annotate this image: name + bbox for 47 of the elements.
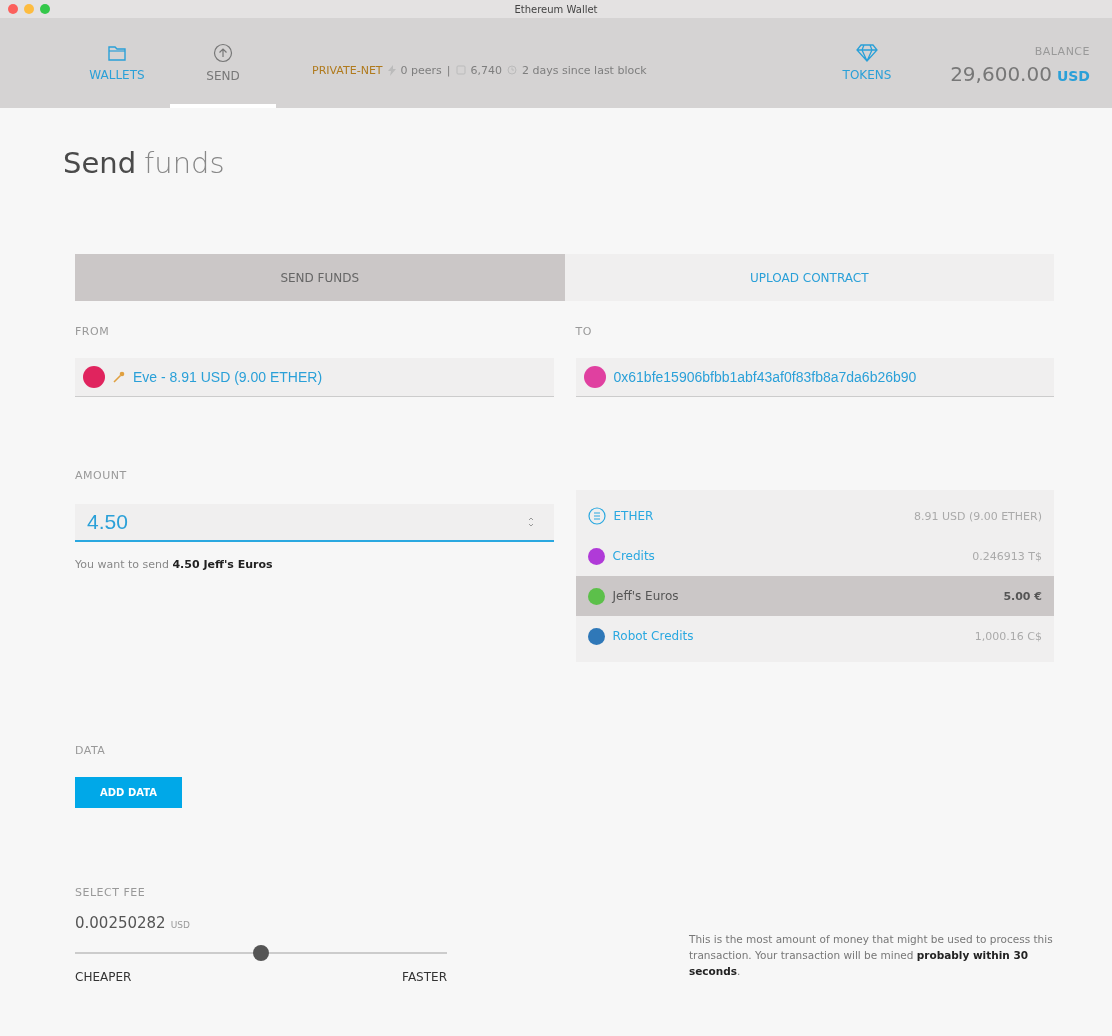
balance-amount: 29,600.00 [950, 61, 1052, 86]
token-option[interactable]: ETHER 8.91 USD (9.00 ETHER) [575, 496, 1054, 536]
nav-tab[interactable]: SEND [170, 18, 276, 108]
balance-label: BALANCE [1034, 44, 1090, 58]
fee-note: This is the most amount of money that might be used to process this transaction. Your transaction will be mined probably within 30 seconds. [689, 932, 1054, 979]
amount-field[interactable]: 4.50 [75, 504, 554, 542]
from-label: FROM [75, 325, 111, 338]
page-subtitle: funds [144, 146, 225, 180]
last-block-time: 2 days since last block [522, 63, 647, 77]
token-option[interactable]: Jeff's Euros 5.00 € [575, 576, 1054, 616]
from-account-select[interactable]: Eve - 8.91 USD (9.00 ETHER) [75, 358, 554, 397]
token-option[interactable]: Robot Credits 1,000.16 C$ [575, 616, 1054, 656]
amount-label: AMOUNT [75, 469, 128, 482]
clock-icon [507, 65, 518, 75]
stepper-icon [527, 517, 534, 527]
page-title: Send [63, 146, 137, 180]
folder-icon [107, 44, 127, 62]
amount-summary: You want to send 4.50 Jeff's Euros [75, 558, 274, 571]
faster-label: FASTER [402, 970, 447, 984]
bolt-icon [387, 64, 396, 76]
close-button[interactable] [8, 4, 18, 14]
block-number: 6,740 [470, 63, 503, 77]
cheaper-label: CHEAPER [75, 970, 132, 984]
balance-currency: USD [1056, 67, 1090, 84]
to-address-field[interactable]: 0x61bfe15906bfbb1abf43af0f83fb8a7da6b26b90 [575, 358, 1054, 397]
key-icon [113, 371, 125, 383]
zoom-button[interactable] [40, 4, 50, 14]
fee-amount: 0.00250282 [75, 914, 166, 932]
mode-tab[interactable]: UPLOAD CONTRACT [564, 254, 1054, 301]
fee-slider[interactable] [75, 944, 447, 962]
to-label: TO [575, 325, 593, 338]
separator: | [446, 63, 451, 77]
diamond-icon [856, 44, 878, 62]
fee-currency: USD [170, 920, 190, 930]
data-label: DATA [75, 744, 107, 757]
fee-label: SELECT FEE [75, 886, 147, 899]
minimize-button[interactable] [24, 4, 34, 14]
mode-tab[interactable]: SEND FUNDS [75, 254, 565, 301]
slider-thumb[interactable] [253, 945, 269, 961]
tokens-tab[interactable]: TOKENS [814, 18, 920, 108]
network-name: PRIVATE-NET [312, 63, 383, 77]
window-title: Ethereum Wallet [513, 3, 599, 15]
nav-tab[interactable]: WALLETS [64, 18, 170, 108]
token-option[interactable]: Credits 0.246913 T$ [575, 536, 1054, 576]
add-data-button[interactable]: ADD DATA [75, 777, 182, 808]
ether-icon [587, 507, 606, 525]
peer-count: 0 peers [400, 63, 442, 77]
